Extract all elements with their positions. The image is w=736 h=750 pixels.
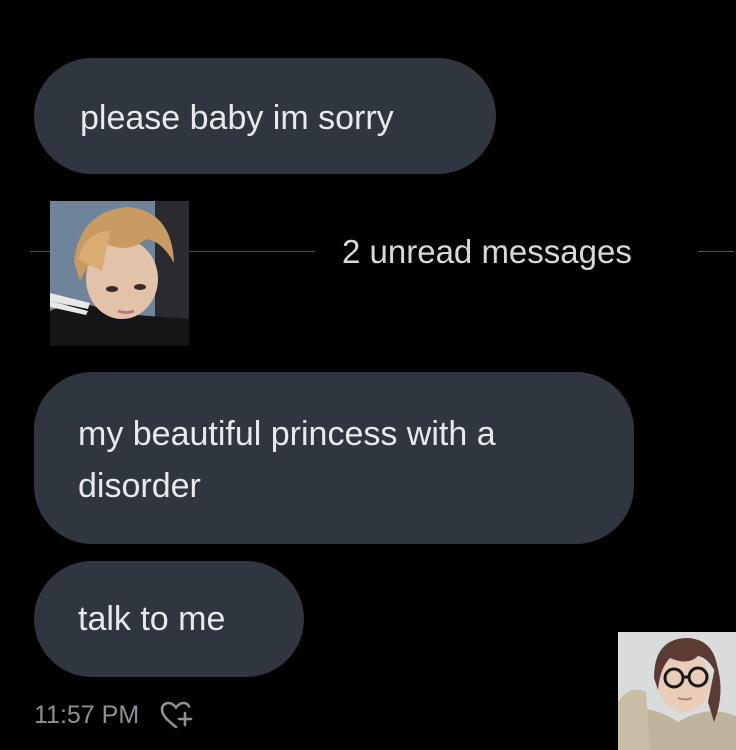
message-meta: 11:57 PM	[34, 697, 193, 733]
person-photo-icon	[618, 632, 736, 750]
sticker-photo	[618, 632, 736, 750]
message-text: my beautiful princess with a disorder	[78, 415, 496, 505]
message-bubble[interactable]: talk to me	[34, 561, 304, 677]
heart-plus-icon[interactable]	[159, 700, 193, 730]
timestamp: 11:57 PM	[34, 700, 140, 729]
unread-divider-line	[698, 251, 734, 252]
message-bubble[interactable]: please baby im sorry	[34, 58, 496, 174]
message-bubble[interactable]: my beautiful princess with a disorder	[34, 372, 634, 544]
message-text: talk to me	[78, 600, 226, 638]
unread-messages-label: 2 unread messages	[342, 233, 632, 270]
message-text: please baby im sorry	[80, 99, 394, 137]
sticker-photo	[50, 201, 189, 346]
person-photo-icon	[50, 201, 189, 346]
